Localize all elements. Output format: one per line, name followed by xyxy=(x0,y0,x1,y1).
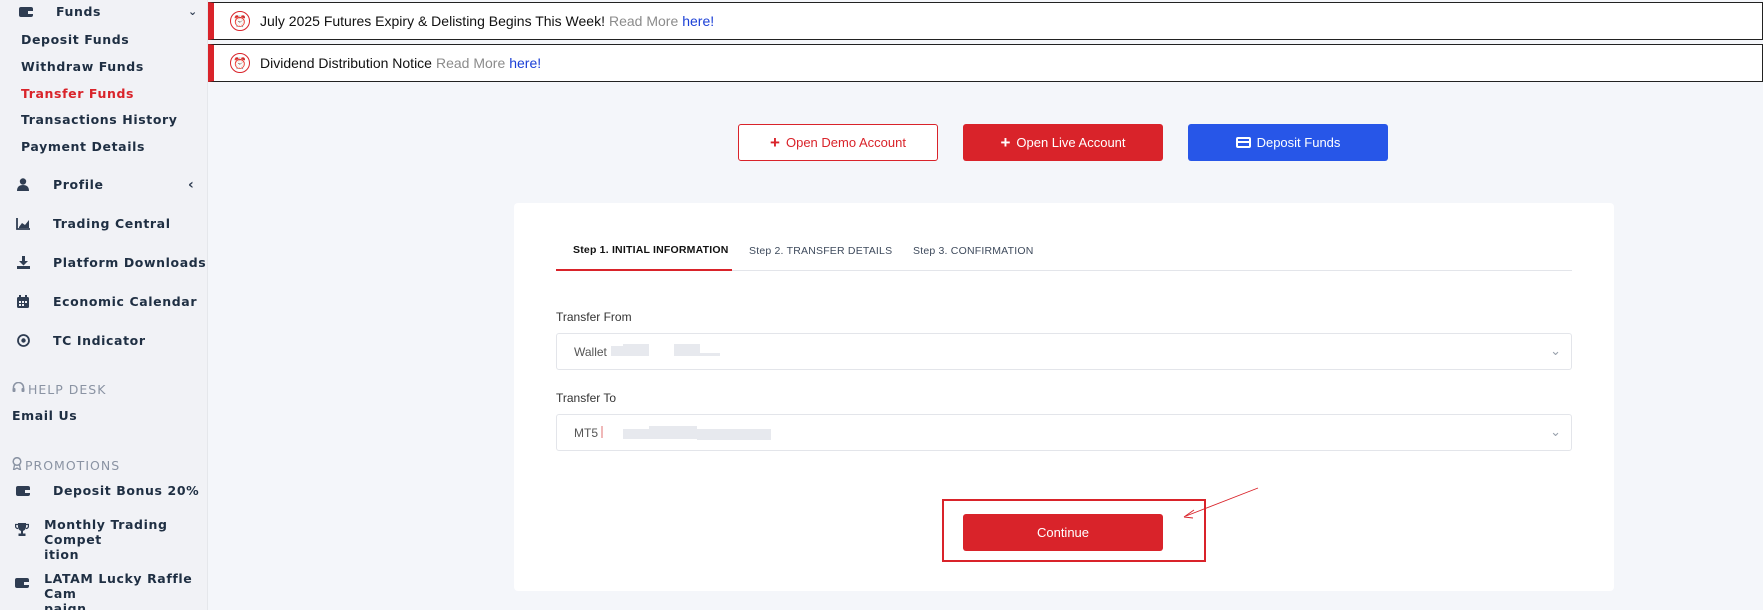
step-tabs: Step 1. INITIAL INFORMATION Step 2. TRAN… xyxy=(556,231,1572,271)
chart-icon xyxy=(13,217,33,230)
sidebar-item-platform-downloads[interactable]: Platform Downloads xyxy=(13,255,206,270)
promo-monthly-trading-competition[interactable]: Monthly Trading Compet ition xyxy=(13,517,203,562)
promo-label: LATAM Lucky Raffle Cam paign xyxy=(44,571,193,610)
award-icon xyxy=(12,456,22,473)
sidebar-sub-withdraw-funds[interactable]: Withdraw Funds xyxy=(21,59,144,74)
sidebar: Funds ⌄ Deposit Funds Withdraw Funds Tra… xyxy=(0,0,208,610)
transfer-to-label: Transfer To xyxy=(556,391,617,405)
sidebar-item-funds[interactable]: Funds ⌄ xyxy=(16,4,200,19)
button-label: Deposit Funds xyxy=(1256,135,1341,150)
calendar-icon xyxy=(13,295,33,308)
sidebar-sub-transfer-funds[interactable]: Transfer Funds xyxy=(21,86,134,101)
transfer-from-label: Transfer From xyxy=(556,310,632,324)
email-us-link[interactable]: Email Us xyxy=(12,408,77,423)
transfer-from-select[interactable]: Wallet ⌄ xyxy=(556,333,1572,370)
wallet-icon xyxy=(13,485,33,497)
tab-step-1[interactable]: Step 1. INITIAL INFORMATION xyxy=(556,231,732,271)
chevron-down-icon[interactable]: ⌄ xyxy=(188,5,198,18)
notice-read-more: Read More xyxy=(435,55,506,71)
notice-banner-dividend: ⏰ Dividend Distribution Notice Read More… xyxy=(208,44,1763,82)
target-icon xyxy=(13,334,33,347)
sidebar-item-tc-indicator[interactable]: TC Indicator xyxy=(13,333,146,348)
open-live-account-button[interactable]: + Open Live Account xyxy=(963,124,1163,161)
alarm-bell-icon: ⏰ xyxy=(230,11,250,31)
redacted-block xyxy=(649,426,673,439)
promotions-label: PROMOTIONS xyxy=(25,457,121,473)
notice-read-more: Read More xyxy=(608,13,679,29)
sidebar-item-economic-calendar[interactable]: Economic Calendar xyxy=(13,294,197,309)
promo-label: Deposit Bonus 20% xyxy=(53,483,200,498)
redacted-block xyxy=(623,344,649,356)
transfer-to-select[interactable]: MT5 ⌄ xyxy=(556,414,1572,451)
redacted-block xyxy=(697,429,771,440)
notice-here-link[interactable]: here! xyxy=(682,13,714,29)
wallet-icon xyxy=(13,577,30,589)
sidebar-item-label: Platform Downloads xyxy=(53,255,207,270)
tab-step-2[interactable]: Step 2. TRANSFER DETAILS xyxy=(749,231,892,271)
redacted-block xyxy=(601,426,603,438)
sidebar-item-label: Funds xyxy=(56,4,102,19)
sidebar-item-profile[interactable]: Profile ‹ xyxy=(13,177,200,193)
user-icon xyxy=(13,178,33,191)
notice-text: July 2025 Futures Expiry & Delisting Beg… xyxy=(260,13,605,29)
sidebar-sub-transactions-history[interactable]: Transactions History xyxy=(21,112,178,127)
redacted-block xyxy=(700,353,720,356)
annotation-arrow-icon xyxy=(1183,487,1259,519)
deposit-funds-button[interactable]: Deposit Funds xyxy=(1188,124,1388,161)
tab-step-3[interactable]: Step 3. CONFIRMATION xyxy=(913,231,1034,271)
sidebar-item-label: Profile xyxy=(53,177,104,192)
button-label: Open Demo Account xyxy=(785,135,906,150)
sidebar-item-label: TC Indicator xyxy=(53,333,146,348)
promo-label: Monthly Trading Compet ition xyxy=(44,517,168,562)
notice-text: Dividend Distribution Notice xyxy=(260,55,432,71)
redacted-block xyxy=(611,346,623,356)
continue-button[interactable]: Continue xyxy=(963,514,1163,551)
headset-icon xyxy=(12,381,25,397)
chevron-down-icon: ⌄ xyxy=(1550,343,1561,358)
sidebar-sub-payment-details[interactable]: Payment Details xyxy=(21,139,145,154)
open-demo-account-button[interactable]: + Open Demo Account xyxy=(738,124,938,161)
transfer-from-value: Wallet xyxy=(574,344,607,359)
notice-banner-futures: ⏰ July 2025 Futures Expiry & Delisting B… xyxy=(208,2,1763,40)
download-icon xyxy=(13,256,33,269)
transfer-to-value: MT5 xyxy=(574,425,598,440)
alarm-bell-icon: ⏰ xyxy=(230,53,250,73)
notice-here-link[interactable]: here! xyxy=(509,55,541,71)
help-desk-label: HELP DESK xyxy=(28,382,107,397)
chevron-down-icon: ⌄ xyxy=(1550,424,1561,439)
chevron-left-icon[interactable]: ‹ xyxy=(188,177,194,193)
promo-latam-lucky-raffle[interactable]: LATAM Lucky Raffle Cam paign xyxy=(13,571,203,610)
help-desk-header: HELP DESK xyxy=(12,381,107,397)
sidebar-item-label: Economic Calendar xyxy=(53,294,198,309)
redacted-block xyxy=(674,344,700,356)
plus-icon: + xyxy=(1000,133,1011,152)
redacted-block xyxy=(673,426,697,439)
credit-card-icon xyxy=(1235,137,1251,148)
sidebar-item-trading-central[interactable]: Trading Central xyxy=(13,216,171,231)
sidebar-sub-deposit-funds[interactable]: Deposit Funds xyxy=(21,32,129,47)
button-label: Open Live Account xyxy=(1016,135,1126,150)
trophy-icon xyxy=(13,523,30,536)
wallet-icon xyxy=(16,6,36,18)
plus-icon: + xyxy=(770,133,780,152)
promo-deposit-bonus[interactable]: Deposit Bonus 20% xyxy=(13,483,199,498)
sidebar-item-label: Trading Central xyxy=(53,216,171,231)
promotions-header: PROMOTIONS xyxy=(12,456,121,473)
redacted-block xyxy=(623,429,649,439)
